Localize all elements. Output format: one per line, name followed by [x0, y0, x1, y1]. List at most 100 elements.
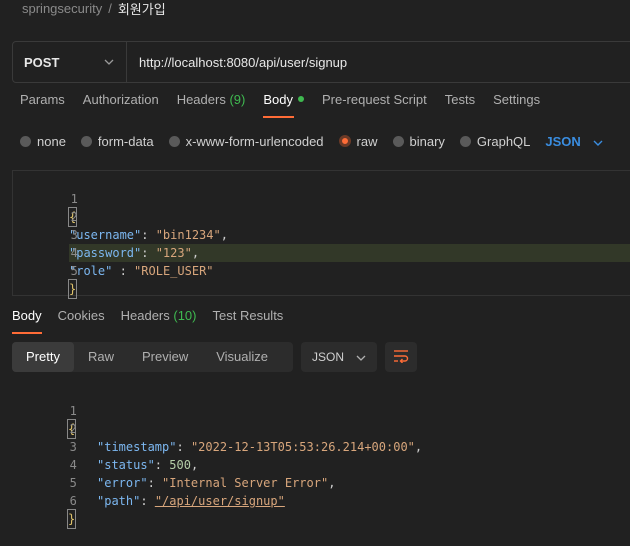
radio-graphql[interactable]: GraphQL	[459, 134, 530, 149]
code-line: 4 "error": "Internal Server Error",	[12, 438, 336, 490]
line-number: 5	[69, 476, 77, 490]
tab-response-headers[interactable]: Headers (10)	[121, 308, 197, 334]
breadcrumb-collection[interactable]: springsecurity	[22, 1, 102, 16]
radio-circle	[459, 135, 471, 147]
view-pretty[interactable]: Pretty	[12, 342, 74, 372]
body-format-select[interactable]: JSON	[545, 133, 603, 149]
tab-pre-request-script[interactable]: Pre-request Script	[322, 92, 427, 118]
radio-label: form-data	[97, 133, 154, 149]
url-bar: POST http://localhost:8080/api/user/sign…	[12, 41, 630, 83]
breadcrumb: springsecurity / 회원가입	[22, 0, 166, 18]
json-comma: ,	[191, 246, 200, 260]
chevron-down-icon	[104, 56, 114, 68]
tab-label: Headers	[176, 92, 226, 107]
headers-count: (9)	[229, 92, 246, 107]
body-format-label: JSON	[545, 133, 581, 149]
json-sep: :	[176, 440, 191, 454]
body-indicator-dot	[297, 96, 304, 102]
view-visualize[interactable]: Visualize	[202, 342, 282, 372]
response-format-label: JSON	[311, 350, 344, 364]
code-text: }	[67, 279, 78, 299]
line-number: 2	[69, 422, 77, 436]
json-sep: :	[141, 228, 156, 242]
tab-authorization[interactable]: Authorization	[83, 92, 159, 118]
code-line: 5 }	[13, 244, 78, 299]
tab-params[interactable]: Params	[20, 92, 65, 118]
radio-circle	[392, 135, 404, 147]
tab-body[interactable]: Body	[263, 92, 304, 118]
json-value: "2022-12-13T05:53:26.214+00:00"	[190, 440, 415, 454]
wrap-lines-icon	[393, 349, 409, 366]
tab-label: Body	[12, 308, 42, 323]
json-sep: :	[112, 264, 135, 278]
json-value: "Internal Server Error"	[162, 476, 329, 490]
line-number: 5	[70, 264, 78, 278]
tab-tests[interactable]: Tests	[445, 92, 475, 118]
code-line: 5 "path": "/api/user/signup"	[12, 456, 285, 508]
radio-binary[interactable]: binary	[392, 133, 445, 149]
json-comma: ,	[190, 458, 199, 472]
json-key: "status"	[97, 458, 155, 472]
breadcrumb-request-name[interactable]: 회원가입	[118, 0, 166, 18]
radio-circle	[168, 135, 180, 147]
method-select[interactable]: POST	[13, 42, 127, 82]
tab-label: Headers	[120, 308, 170, 323]
response-format-select[interactable]: JSON	[301, 342, 377, 372]
radio-none[interactable]: none	[20, 134, 66, 149]
radio-label: none	[37, 133, 66, 149]
json-key: "username"	[69, 228, 142, 242]
chevron-down-icon	[593, 134, 603, 149]
tab-label: Body	[263, 92, 293, 107]
url-input[interactable]: http://localhost:8080/api/user/signup	[127, 42, 347, 82]
radio-circle	[80, 135, 92, 147]
json-key: "error"	[97, 476, 148, 490]
radio-form-data[interactable]: form-data	[80, 133, 154, 149]
tab-settings[interactable]: Settings	[493, 92, 540, 118]
chevron-down-icon	[356, 350, 366, 364]
code-line: 2 "timestamp": "2022-12-13T05:53:26.214+…	[12, 402, 422, 454]
line-number: 1	[69, 404, 77, 418]
tab-label: Pre-request Script	[321, 92, 427, 107]
response-tabs: Body Cookies Headers (10) Test Results	[12, 308, 299, 334]
json-sep: :	[147, 476, 163, 490]
tab-label: Params	[20, 92, 65, 107]
request-tabs: Params Authorization Headers (9) Body Pr…	[20, 92, 558, 118]
tab-test-results[interactable]: Test Results	[213, 308, 284, 334]
code-line: 3 "status": 500,	[12, 420, 199, 472]
code-line: 4 "role" : "ROLE_USER"	[13, 226, 214, 278]
line-number: 6	[69, 494, 77, 508]
request-body-editor[interactable]: 1 { 2 "username": "bin1234", 3 "password…	[12, 170, 630, 299]
code-line: 1 {	[13, 172, 78, 227]
tab-label: Authorization	[82, 92, 159, 107]
tab-cookies[interactable]: Cookies	[58, 308, 105, 334]
json-value: "ROLE_USER"	[134, 264, 214, 278]
breadcrumb-separator: /	[108, 0, 112, 16]
tab-label: Tests	[444, 92, 476, 107]
tab-headers[interactable]: Headers (9)	[177, 92, 246, 118]
view-preview[interactable]: Preview	[128, 342, 202, 372]
response-view-modes: Pretty Raw Preview Visualize	[12, 342, 293, 372]
code-line: 3 "password": "123",	[13, 208, 199, 260]
view-raw[interactable]: Raw	[74, 342, 128, 372]
method-label: POST	[24, 54, 60, 70]
radio-label: binary	[409, 133, 445, 149]
json-value: "bin1234"	[155, 228, 221, 242]
response-body-viewer[interactable]: 1 { 2 "timestamp": "2022-12-13T05:53:26.…	[12, 382, 630, 529]
json-key: "timestamp"	[97, 440, 177, 454]
tab-label: Cookies	[57, 308, 105, 323]
code-line: 2 "username": "bin1234",	[13, 190, 228, 242]
json-sep: :	[154, 458, 170, 472]
json-comma: ,	[414, 440, 423, 454]
tab-response-body[interactable]: Body	[12, 308, 42, 334]
radio-x-www-form-urlencoded[interactable]: x-www-form-urlencoded	[168, 134, 324, 149]
json-value: "123"	[155, 246, 192, 260]
wrap-lines-button[interactable]	[385, 342, 417, 372]
radio-raw[interactable]: raw	[338, 134, 378, 149]
radio-circle	[20, 135, 31, 147]
tab-label: Test Results	[212, 308, 284, 323]
json-comma: ,	[220, 228, 228, 242]
code-text: }	[66, 509, 77, 529]
json-key: "password"	[69, 246, 142, 260]
json-value-link[interactable]: "/api/user/signup"	[155, 494, 285, 508]
json-sep: :	[141, 246, 156, 260]
